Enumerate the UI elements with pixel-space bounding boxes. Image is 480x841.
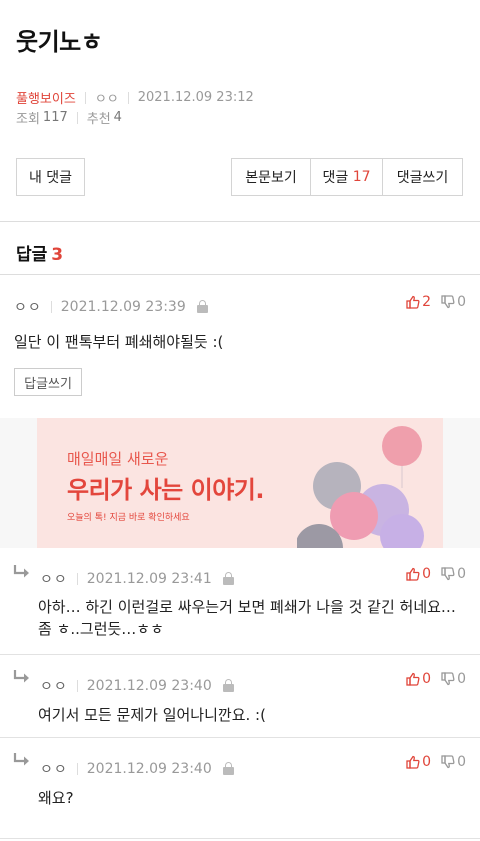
report-icon[interactable] [222, 572, 235, 586]
comment-text-line: 좀 ㅎ..그런듯…ㅎㅎ [38, 620, 164, 638]
comment-author: ㅇㅇ [40, 679, 68, 695]
divider [76, 680, 78, 692]
reply-arrow-icon [13, 753, 29, 766]
comment-text: 여기서 모든 문제가 일어나니깐요. :( [38, 706, 266, 724]
comment-reply: ㅇㅇ 2021.12.09 23:40 0 0 왜요? [0, 738, 480, 838]
like-count: 0 [422, 754, 432, 770]
comment-text: 일단 이 팬톡부터 폐쇄해야될듯 :( [14, 333, 224, 351]
like-count: 2 [422, 294, 432, 310]
report-icon[interactable] [222, 762, 235, 776]
ad-image[interactable]: 매일매일 새로운 우리가 사는 이야기. 오늘의 톡! 지금 바로 확인하세요 [37, 418, 443, 548]
thumb-down-icon [441, 755, 455, 769]
reply-arrow-icon [13, 670, 29, 683]
replies-label: 답글 [16, 245, 48, 265]
comment-votes: 0 0 [406, 671, 466, 687]
comment-date: 2021.12.09 23:40 [86, 761, 212, 777]
ad-line-2: 우리가 사는 이야기. [67, 476, 264, 504]
post-stats: 조회 117 추천 4 [16, 108, 122, 127]
view-post-button[interactable]: 본문보기 [231, 158, 311, 196]
like-count: 0 [422, 566, 432, 582]
comment-actions: 본문보기 댓글 17 댓글쓰기 [231, 158, 463, 196]
dislike-count: 0 [457, 671, 466, 687]
views-label: 조회 [16, 112, 40, 127]
report-icon[interactable] [196, 300, 209, 314]
thumb-up-icon [406, 672, 420, 686]
dislike-count: 0 [457, 294, 466, 310]
thumb-down-icon [441, 295, 455, 309]
divider [76, 111, 78, 124]
comment-text: 왜요? [38, 789, 74, 807]
comments-label: 댓글 [322, 170, 349, 186]
recommend-label: 추천 [86, 112, 111, 127]
report-icon[interactable] [222, 679, 235, 693]
comment-reply: ㅇㅇ 2021.12.09 23:40 0 0 여기서 모든 문제가 일어나니깐… [0, 655, 480, 737]
comment-date: 2021.12.09 23:39 [60, 299, 186, 315]
recommend-count: 4 [113, 110, 122, 125]
thumb-up-icon [406, 567, 420, 581]
comment-author: ㅇㅇ [40, 572, 68, 588]
dislike-button[interactable]: 0 [441, 754, 466, 770]
divider [76, 763, 78, 775]
comment-text-line: 아하… 하긴 이런걸로 싸우는거 보면 폐쇄가 나을 것 같긴 허네요… [38, 598, 456, 616]
dislike-count: 0 [457, 754, 466, 770]
comment-votes: 0 0 [406, 754, 466, 770]
post-meta: 풀행보이즈 ㅇㅇ 2021.12.09 23:12 [16, 88, 254, 107]
dislike-button[interactable]: 0 [441, 566, 466, 582]
dislike-button[interactable]: 0 [441, 294, 466, 310]
write-comment-button[interactable]: 댓글쓰기 [383, 158, 463, 196]
comments-button[interactable]: 댓글 17 [311, 158, 383, 196]
post-title: 웃기노ㅎ [16, 28, 103, 56]
divider [127, 91, 129, 104]
comment-meta: ㅇㅇ 2021.12.09 23:41 [40, 569, 235, 589]
comments-count: 17 [352, 169, 371, 185]
replies-header: 답글 3 [16, 240, 63, 265]
like-button[interactable]: 0 [406, 671, 431, 687]
like-button[interactable]: 0 [406, 566, 431, 582]
thumb-up-icon [406, 755, 420, 769]
like-button[interactable]: 0 [406, 754, 431, 770]
post-datetime: 2021.12.09 23:12 [137, 90, 254, 105]
board-link[interactable]: 풀행보이즈 [16, 88, 76, 107]
comment-text: 아하… 하긴 이런걸로 싸우는거 보면 폐쇄가 나을 것 같긴 허네요… 좀 ㅎ… [38, 596, 456, 640]
comment-author: ㅇㅇ [14, 300, 42, 316]
balloons-illustration [297, 426, 424, 548]
comment-date: 2021.12.09 23:40 [86, 678, 212, 694]
divider [0, 221, 480, 222]
thumb-down-icon [441, 567, 455, 581]
replies-count: 3 [51, 245, 64, 265]
dislike-button[interactable]: 0 [441, 671, 466, 687]
comment-date: 2021.12.09 23:41 [86, 571, 212, 587]
divider [50, 301, 52, 313]
reply-arrow-icon [13, 565, 29, 578]
comment-votes: 2 0 [406, 294, 466, 310]
comment-author: ㅇㅇ [40, 762, 68, 778]
thumb-up-icon [406, 295, 420, 309]
comment: ㅇㅇ 2021.12.09 23:39 2 0 일단 이 팬톡부터 폐쇄해야될듯… [0, 275, 480, 418]
reply-button[interactable]: 답글쓰기 [14, 368, 82, 396]
my-comments-button[interactable]: 내 댓글 [16, 158, 85, 196]
comment-votes: 0 0 [406, 566, 466, 582]
like-button[interactable]: 2 [406, 294, 431, 310]
thumb-down-icon [441, 672, 455, 686]
comment-meta: ㅇㅇ 2021.12.09 23:40 [40, 759, 235, 779]
ad-line-1: 매일매일 새로운 [67, 450, 169, 468]
comment-reply: ㅇㅇ 2021.12.09 23:41 0 0 아하… 하긴 이런걸로 싸우는거… [0, 548, 480, 654]
comment-meta: ㅇㅇ 2021.12.09 23:40 [40, 676, 235, 696]
divider [84, 91, 86, 104]
post-author: ㅇㅇ [94, 92, 119, 107]
like-count: 0 [422, 671, 432, 687]
ad-line-3: 오늘의 톡! 지금 바로 확인하세요 [67, 513, 190, 523]
comment-meta: ㅇㅇ 2021.12.09 23:39 [14, 297, 209, 317]
divider [0, 838, 480, 839]
ad-banner[interactable]: 매일매일 새로운 우리가 사는 이야기. 오늘의 톡! 지금 바로 확인하세요 [0, 418, 480, 548]
dislike-count: 0 [457, 566, 466, 582]
views-count: 117 [42, 110, 68, 125]
divider [76, 573, 78, 585]
